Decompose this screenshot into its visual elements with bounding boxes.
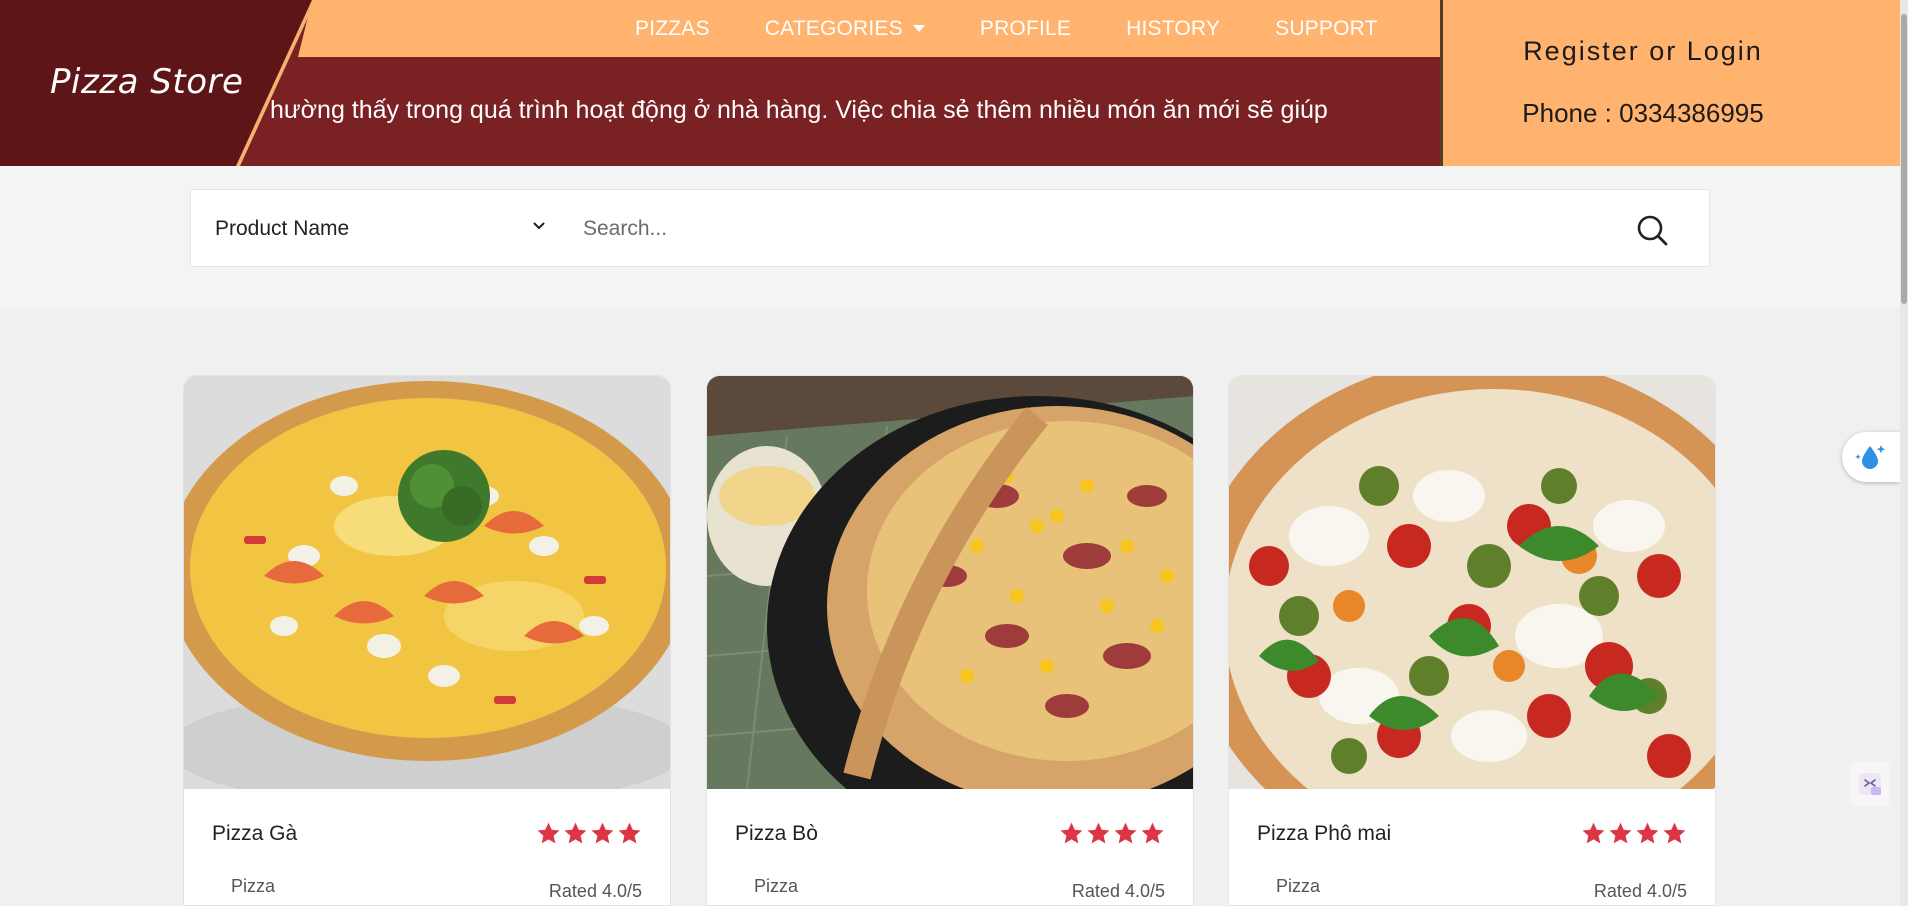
star-icon [618,822,641,844]
product-name[interactable]: Pizza Phô mai [1257,822,1391,846]
star-icon [1087,822,1110,844]
star-icon [1060,822,1083,844]
phone-number: Phone : 0334386995 [1522,98,1764,128]
page-scrollbar[interactable] [1900,0,1908,906]
star-icon [1663,822,1686,844]
product-rated-text: Rated 4.0/5 [548,881,642,901]
product-rating-stars [1579,821,1687,846]
product-rating-stars [1057,821,1165,846]
star-icon [1141,822,1164,844]
nav-label: CATEGORIES [764,16,903,40]
product-card[interactable]: Pizza Phô mai Pizza Rated 4.0/5 [1228,375,1716,906]
product-category: Pizza [754,876,799,896]
code-icon [1859,773,1881,795]
nav-label: SUPPORT [1275,16,1378,40]
search-section: Product Name [0,166,1900,308]
nav-item-history[interactable]: HISTORY [1126,17,1220,41]
announcement-marquee: hường thấy trong quá trình hoạt động ở n… [270,96,1328,124]
site-logo[interactable]: Pizza Store [50,62,243,102]
caret-down-icon [912,25,925,32]
nav-label: PIZZAS [635,16,710,40]
product-rated-text: Rated 4.0/5 [1071,881,1165,901]
register-login-link[interactable]: Register or Login [1443,36,1843,67]
star-icon [1582,822,1605,844]
search-input[interactable] [583,208,1583,250]
product-name[interactable]: Pizza Gà [212,822,297,846]
star-icon [564,822,587,844]
scrollbar-thumb[interactable] [1901,14,1907,304]
product-name[interactable]: Pizza Bò [735,822,818,846]
product-card[interactable]: Pizza Gà Pizza Rated 4.0/5 [183,375,671,906]
nav-item-categories[interactable]: CATEGORIES [765,17,925,41]
search-filter-select[interactable]: Product Name [215,190,545,268]
product-category: Pizza [231,876,276,896]
floating-devtools-button[interactable] [1850,762,1890,806]
nav-item-support[interactable]: SUPPORT [1275,17,1378,41]
nav-item-pizzas[interactable]: PIZZAS [635,17,710,41]
account-panel: Register or Login Phone : 0334386995 [1443,0,1908,166]
star-icon [591,822,614,844]
search-bar: Product Name [190,189,1710,267]
search-icon[interactable] [1634,212,1670,248]
star-icon [1636,822,1659,844]
star-icon [537,822,560,844]
nav-label: PROFILE [979,16,1072,40]
product-image[interactable] [1229,376,1715,789]
product-card[interactable]: Pizza Bò Pizza Rated 4.0/5 [706,375,1194,906]
product-image[interactable] [707,376,1193,789]
search-filter-value: Product Name [215,217,350,240]
chevron-down-icon [533,222,545,229]
floating-assistant-button[interactable] [1842,432,1900,482]
product-rating-stars [534,821,642,846]
nav-menu: PIZZAS CATEGORIES PROFILE HISTORY SUPPOR… [635,0,1433,57]
product-rated-text: Rated 4.0/5 [1593,881,1687,901]
star-icon [1609,822,1632,844]
product-category: Pizza [1276,876,1321,896]
product-image[interactable] [184,376,670,789]
nav-item-profile[interactable]: PROFILE [980,17,1071,41]
water-drop-icon [1855,445,1886,469]
site-header: Pizza Store PIZZAS CATEGORIES PROFILE HI… [0,0,1908,166]
nav-label: HISTORY [1126,16,1221,40]
star-icon [1114,822,1137,844]
